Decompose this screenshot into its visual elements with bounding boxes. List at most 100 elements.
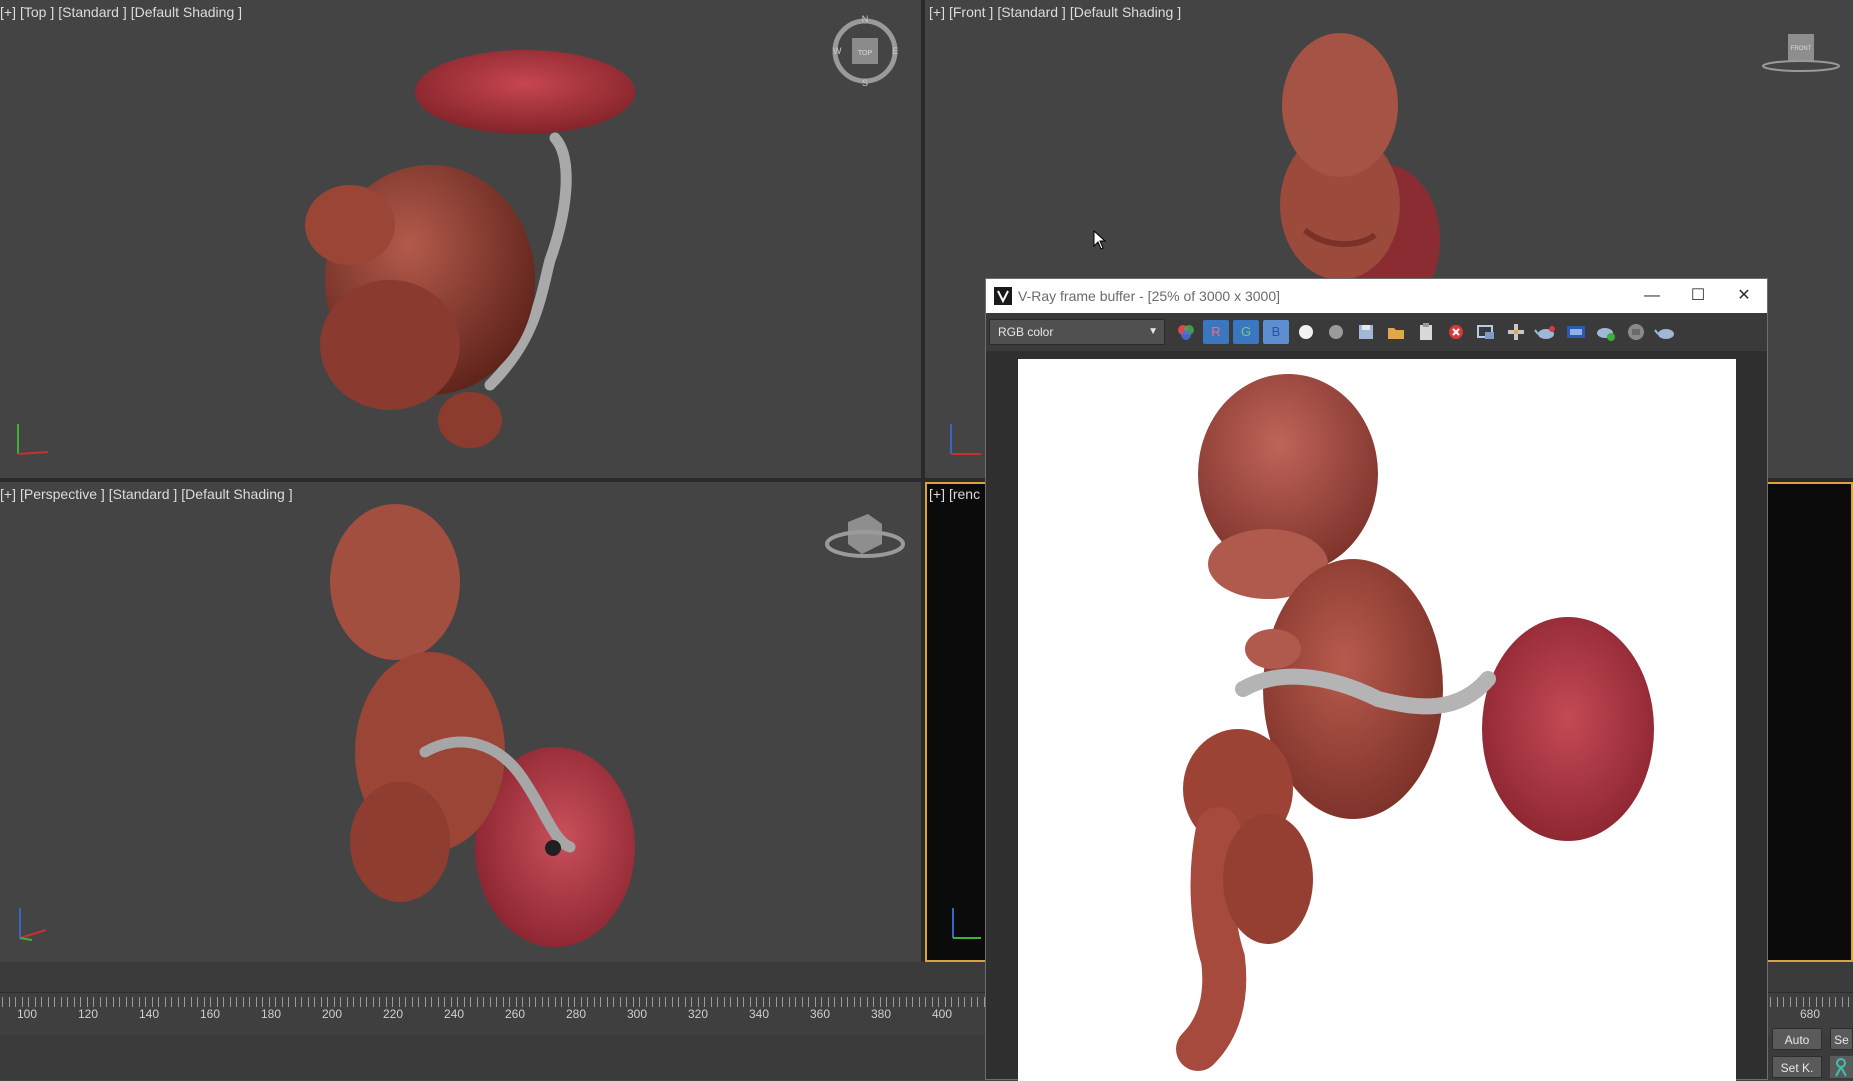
timeline-tick [1783, 997, 1784, 1007]
timeline-tick [1822, 997, 1823, 1007]
stop-render-icon[interactable] [1623, 320, 1649, 344]
viewcube-front[interactable]: FRONT [1760, 30, 1840, 74]
timeline-tick [899, 997, 900, 1007]
timeline-tick [931, 997, 933, 1007]
minimize-button[interactable]: — [1629, 279, 1675, 313]
timeline-tick [398, 997, 400, 1007]
timeline-tick-label: 200 [321, 1007, 343, 1021]
svg-text:FRONT: FRONT [1791, 46, 1812, 52]
mouse-cursor-icon [1093, 230, 1107, 250]
timeline-tick [171, 997, 172, 1007]
timeline-tick [99, 997, 101, 1007]
close-button[interactable]: ✕ [1721, 279, 1767, 313]
svg-text:W: W [833, 46, 842, 56]
timeline-tick [723, 997, 725, 1007]
timeline-tick [190, 997, 192, 1007]
region-render-icon[interactable] [1473, 320, 1499, 344]
viewport-divider-vertical[interactable] [921, 0, 925, 962]
render-teapot-icon[interactable] [1533, 320, 1559, 344]
viewport-top[interactable]: [+] [Top ] [Standard ] [Default Shading ] T… [0, 0, 921, 478]
timeline-tick [275, 997, 276, 1007]
vray-frame-buffer-window[interactable]: V-Ray frame buffer - [25% of 3000 x 3000… [985, 278, 1768, 1081]
timeline-tick-label: 340 [748, 1007, 770, 1021]
timeline-tick-label: 400 [931, 1007, 953, 1021]
viewcube-perspective[interactable] [820, 510, 910, 566]
viewport-menu-plus[interactable]: [+] [929, 486, 945, 502]
track-mouse-icon[interactable] [1503, 320, 1529, 344]
render-interactive-icon[interactable] [1593, 320, 1619, 344]
render-last-icon[interactable] [1653, 320, 1679, 344]
timeline-tick [684, 997, 686, 1007]
lens-effects-icon[interactable] [1563, 320, 1589, 344]
maximize-button[interactable]: ☐ [1675, 279, 1721, 313]
save-icon[interactable] [1353, 320, 1379, 344]
timeline-tick [184, 997, 185, 1007]
timeline-tick [710, 997, 712, 1007]
viewport-perspective[interactable]: [+] [Perspective ] [Standard ] [Default Sha… [0, 482, 921, 962]
timeline-tick [912, 997, 913, 1007]
timeline-tick-label: 360 [809, 1007, 831, 1021]
timeline-tick [574, 997, 575, 1007]
timeline-tick-label: 380 [870, 1007, 892, 1021]
timeline-tick [158, 997, 159, 1007]
timeline-tick [314, 997, 315, 1007]
timeline-tick-label: 100 [16, 1007, 38, 1021]
timeline-tick [346, 997, 348, 1007]
timeline-tick-label: 160 [199, 1007, 221, 1021]
vfb-title: V-Ray frame buffer - [25% of 3000 x 3000… [1018, 288, 1281, 304]
timeline-tick [879, 997, 881, 1007]
timeline-tick [541, 997, 543, 1007]
rendered-model-image [1176, 374, 1654, 1071]
set-key-mode-button[interactable]: Se [1830, 1028, 1853, 1050]
timeline-tick-label: 280 [565, 1007, 587, 1021]
timeline-tick [112, 997, 114, 1007]
timeline-tick [288, 997, 289, 1007]
mono-white-icon[interactable] [1293, 320, 1319, 344]
render-image-canvas[interactable] [1018, 359, 1736, 1081]
svg-text:TOP: TOP [858, 50, 873, 57]
timeline-tick [229, 997, 231, 1007]
auto-key-button[interactable]: Auto [1772, 1028, 1822, 1050]
key-filter-icon[interactable] [1830, 1056, 1853, 1078]
timeline-tick [73, 997, 75, 1007]
timeline-tick-label: 180 [260, 1007, 282, 1021]
mono-gray-icon[interactable] [1323, 320, 1349, 344]
open-folder-icon[interactable] [1383, 320, 1409, 344]
timeline-tick [944, 997, 946, 1007]
timeline-tick [951, 997, 952, 1007]
blue-channel-button[interactable]: B [1263, 320, 1289, 344]
color-wheel-icon[interactable] [1173, 320, 1199, 344]
svg-text:N: N [862, 14, 869, 24]
vfb-titlebar[interactable]: V-Ray frame buffer - [25% of 3000 x 3000… [986, 279, 1767, 313]
timeline-tick [93, 997, 94, 1007]
timeline-tick [834, 997, 835, 1007]
vfb-toolbar: RGB color ▼ R G B [986, 313, 1767, 351]
timeline-tick-label: 240 [443, 1007, 465, 1021]
timeline-tick [756, 997, 757, 1007]
timeline-tick [255, 997, 257, 1007]
clear-image-icon[interactable] [1443, 320, 1469, 344]
timeline-tick [717, 997, 718, 1007]
timeline-tick [385, 997, 387, 1007]
timeline-tick [892, 997, 894, 1007]
timeline-tick [886, 997, 887, 1007]
timeline-tick [405, 997, 406, 1007]
channel-select[interactable]: RGB color ▼ [989, 319, 1165, 345]
viewcube-compass[interactable]: TOP N S W E [830, 14, 900, 88]
viewport-label-render[interactable]: [+] [renc [929, 486, 984, 502]
timeline-tick [639, 997, 640, 1007]
timeline-tick [476, 997, 478, 1007]
model-top-view [305, 50, 635, 448]
green-channel-button[interactable]: G [1233, 320, 1259, 344]
timeline-tick [808, 997, 809, 1007]
timeline-tick-label: 260 [504, 1007, 526, 1021]
clipboard-icon[interactable] [1413, 320, 1439, 344]
timeline-tick-label: 220 [382, 1007, 404, 1021]
timeline-tick [697, 997, 699, 1007]
red-channel-button[interactable]: R [1203, 320, 1229, 344]
viewport-view-menu[interactable]: [renc [949, 486, 980, 502]
timeline-tick [47, 997, 49, 1007]
timeline-tick [561, 997, 562, 1007]
set-key-button[interactable]: Set K. [1772, 1056, 1822, 1078]
timeline-tick [613, 997, 614, 1007]
